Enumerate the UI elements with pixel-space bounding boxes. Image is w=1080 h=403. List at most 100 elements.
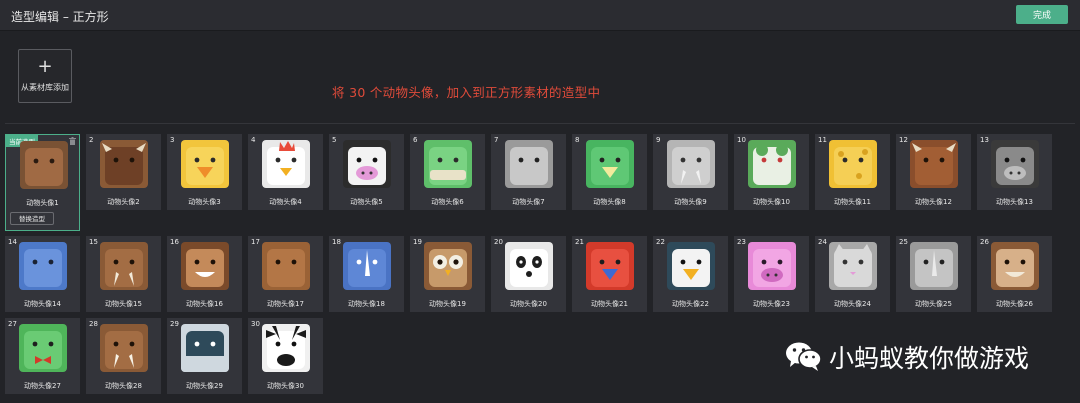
replace-costume-button[interactable]: 替换造型 <box>10 212 54 225</box>
costume-name: 动物头像26 <box>996 300 1033 308</box>
costume-card[interactable]: 18 动物头像18 <box>329 236 404 312</box>
costume-name: 动物头像23 <box>753 300 790 308</box>
costume-number: 3 <box>170 136 175 144</box>
costume-name: 动物头像2 <box>107 198 140 206</box>
costume-name: 动物头像15 <box>105 300 142 308</box>
costume-card[interactable]: 24 动物头像24 <box>815 236 890 312</box>
costume-card[interactable]: 20 动物头像20 <box>491 236 566 312</box>
divider <box>5 123 1075 124</box>
costume-card[interactable]: 12 动物头像12 <box>896 134 971 210</box>
animal-avatar-icon <box>667 140 715 188</box>
costume-name: 动物头像7 <box>512 198 545 206</box>
costume-card[interactable]: 19 动物头像19 <box>410 236 485 312</box>
animal-avatar-icon <box>19 324 67 372</box>
costume-name: 动物头像13 <box>996 198 1033 206</box>
costume-name: 动物头像12 <box>915 198 952 206</box>
costume-card[interactable]: 3 动物头像3 <box>167 134 242 210</box>
costume-number: 25 <box>899 238 908 246</box>
costume-name: 动物头像17 <box>267 300 304 308</box>
costume-card[interactable]: 14 动物头像14 <box>5 236 80 312</box>
plus-icon: + <box>37 56 53 77</box>
animal-avatar-icon <box>262 324 310 372</box>
costume-name: 动物头像6 <box>431 198 464 206</box>
costume-name: 动物头像25 <box>915 300 952 308</box>
costume-number: 20 <box>494 238 503 246</box>
costume-card[interactable]: 6 动物头像6 <box>410 134 485 210</box>
costume-number: 4 <box>251 136 256 144</box>
costume-card[interactable]: 13 动物头像13 <box>977 134 1052 210</box>
costume-number: 2 <box>89 136 94 144</box>
costume-name: 动物头像22 <box>672 300 709 308</box>
costume-card[interactable]: 7 动物头像7 <box>491 134 566 210</box>
costume-number: 30 <box>251 320 260 328</box>
costume-number: 22 <box>656 238 665 246</box>
animal-avatar-icon <box>424 242 472 290</box>
animal-avatar-icon <box>910 242 958 290</box>
animal-avatar-icon <box>829 242 877 290</box>
costume-number: 17 <box>251 238 260 246</box>
animal-avatar-icon <box>100 324 148 372</box>
costume-card[interactable]: 9 动物头像9 <box>653 134 728 210</box>
costume-name: 动物头像1 <box>26 199 59 207</box>
costume-name: 动物头像24 <box>834 300 871 308</box>
costume-card[interactable]: 28 动物头像28 <box>86 318 161 394</box>
costume-card[interactable]: 22 动物头像22 <box>653 236 728 312</box>
costume-card[interactable]: 25 动物头像25 <box>896 236 971 312</box>
costume-name: 动物头像18 <box>348 300 385 308</box>
costume-number: 27 <box>8 320 17 328</box>
costume-card[interactable]: 10 动物头像10 <box>734 134 809 210</box>
animal-avatar-icon <box>586 242 634 290</box>
animal-avatar-icon <box>20 141 68 189</box>
costume-number: 7 <box>494 136 499 144</box>
costume-number: 8 <box>575 136 580 144</box>
costume-name: 动物头像28 <box>105 382 142 390</box>
costume-card[interactable]: 15 动物头像15 <box>86 236 161 312</box>
animal-avatar-icon <box>262 242 310 290</box>
costume-card[interactable]: 29 动物头像29 <box>167 318 242 394</box>
animal-avatar-icon <box>991 242 1039 290</box>
animal-avatar-icon <box>424 140 472 188</box>
costume-card[interactable]: 30 动物头像30 <box>248 318 323 394</box>
done-button[interactable]: 完成 <box>1016 5 1068 24</box>
animal-avatar-icon <box>181 140 229 188</box>
costume-name: 动物头像8 <box>593 198 626 206</box>
animal-avatar-icon <box>910 140 958 188</box>
costume-number: 29 <box>170 320 179 328</box>
add-from-library-button[interactable]: + 从素材库添加 <box>18 49 72 103</box>
animal-avatar-icon <box>100 242 148 290</box>
costume-name: 动物头像4 <box>269 198 302 206</box>
costume-card[interactable]: 21 动物头像21 <box>572 236 647 312</box>
animal-avatar-icon <box>748 242 796 290</box>
costume-card[interactable]: 2 动物头像2 <box>86 134 161 210</box>
costume-card[interactable]: 8 动物头像8 <box>572 134 647 210</box>
animal-avatar-icon <box>748 140 796 188</box>
costume-number: 14 <box>8 238 17 246</box>
costume-name: 动物头像14 <box>24 300 61 308</box>
costume-number: 12 <box>899 136 908 144</box>
costume-name: 动物头像11 <box>834 198 871 206</box>
costume-card[interactable]: 11 动物头像11 <box>815 134 890 210</box>
costume-number: 28 <box>89 320 98 328</box>
animal-avatar-icon <box>829 140 877 188</box>
costume-number: 26 <box>980 238 989 246</box>
costume-card[interactable]: 5 动物头像5 <box>329 134 404 210</box>
animal-avatar-icon <box>667 242 715 290</box>
costume-card[interactable]: 17 动物头像17 <box>248 236 323 312</box>
costume-card[interactable]: 4 动物头像4 <box>248 134 323 210</box>
costume-number: 6 <box>413 136 418 144</box>
costume-number: 10 <box>737 136 746 144</box>
costume-card[interactable]: 23 动物头像23 <box>734 236 809 312</box>
costume-card[interactable]: 当前造型 动物头像1替换造型 <box>5 134 80 231</box>
wechat-logo-icon <box>786 342 822 371</box>
animal-avatar-icon <box>262 140 310 188</box>
costume-card[interactable]: 16 动物头像16 <box>167 236 242 312</box>
trash-icon[interactable] <box>69 137 76 145</box>
costume-number: 9 <box>656 136 661 144</box>
costume-card[interactable]: 26 动物头像26 <box>977 236 1052 312</box>
costume-number: 19 <box>413 238 422 246</box>
costume-name: 动物头像16 <box>186 300 223 308</box>
costume-name: 动物头像20 <box>510 300 547 308</box>
costume-card[interactable]: 27 动物头像27 <box>5 318 80 394</box>
costume-number: 16 <box>170 238 179 246</box>
animal-avatar-icon <box>505 242 553 290</box>
